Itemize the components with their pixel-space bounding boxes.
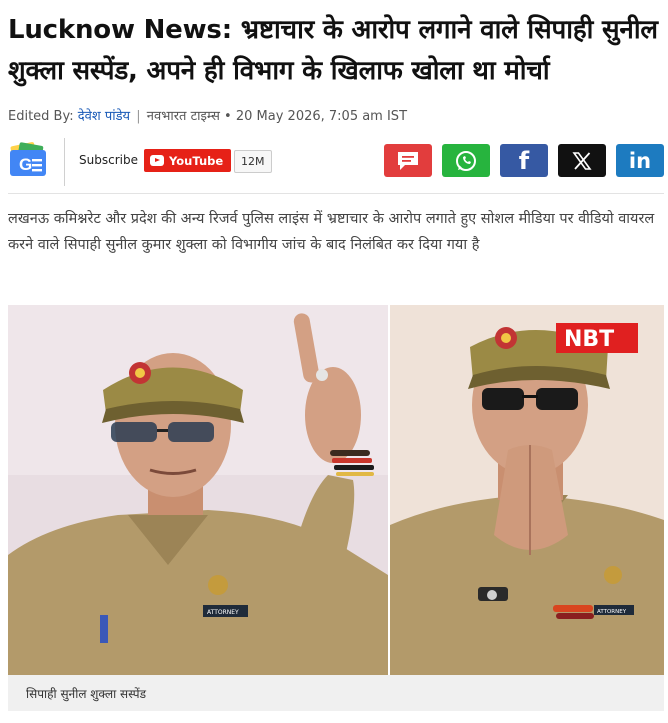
article-page: Lucknow News: भ्रष्टाचार के आरोप लगाने व… xyxy=(0,0,668,723)
article-meta: Edited By: देवेश पांडेय | नवभारत टाइम्स … xyxy=(8,106,407,124)
whatsapp-icon xyxy=(456,150,476,171)
linkedin-share-button[interactable]: in xyxy=(616,144,664,177)
nbt-watermark: NBT xyxy=(564,327,614,352)
article-summary: लखनऊ कमिश्नरेट और प्रदेश की अन्य रिजर्व … xyxy=(8,211,655,253)
article-photo: ATTORNEY ATTORNEY NBT xyxy=(8,305,664,675)
facebook-share-button[interactable]: f xyxy=(500,144,548,177)
youtube-play-icon xyxy=(150,155,164,166)
share-divider xyxy=(64,138,65,186)
whatsapp-share-button[interactable] xyxy=(442,144,490,177)
youtube-subscriber-count: 12M xyxy=(234,150,272,173)
publish-timestamp: 20 May 2026, 7:05 am IST xyxy=(235,109,408,124)
share-bar: G Subscribe YouTube 12M f in xyxy=(8,138,664,186)
meta-dot: • xyxy=(224,109,232,124)
publication-name: नवभारत टाइम्स xyxy=(146,109,220,124)
divider-line xyxy=(8,193,664,194)
article-image[interactable]: ATTORNEY ATTORNEY NBT xyxy=(8,305,664,675)
svg-text:G: G xyxy=(19,155,32,174)
comments-share-button[interactable] xyxy=(384,144,432,177)
article-headline: Lucknow News: भ्रष्टाचार के आरोप लगाने व… xyxy=(8,15,658,86)
editor-link[interactable]: देवेश पांडेय xyxy=(78,109,130,124)
name-badge-left: ATTORNEY xyxy=(207,609,239,616)
facebook-icon: f xyxy=(518,146,530,175)
google-news-icon[interactable]: G xyxy=(8,142,48,182)
youtube-subscribe-button[interactable]: YouTube xyxy=(144,149,232,172)
linkedin-icon: in xyxy=(628,148,652,173)
edited-by-label: Edited By: xyxy=(8,109,74,124)
name-badge-right: ATTORNEY xyxy=(597,609,627,615)
chat-bubble-icon xyxy=(398,151,418,170)
x-share-button[interactable] xyxy=(558,144,606,177)
image-caption-bar: सिपाही सुनील शुक्ला सस्पेंड xyxy=(8,675,664,711)
subscribe-label: Subscribe xyxy=(79,153,138,167)
x-icon xyxy=(572,151,592,170)
image-caption: सिपाही सुनील शुक्ला सस्पेंड xyxy=(26,687,147,701)
meta-separator: | xyxy=(136,109,141,124)
youtube-label: YouTube xyxy=(169,153,224,168)
